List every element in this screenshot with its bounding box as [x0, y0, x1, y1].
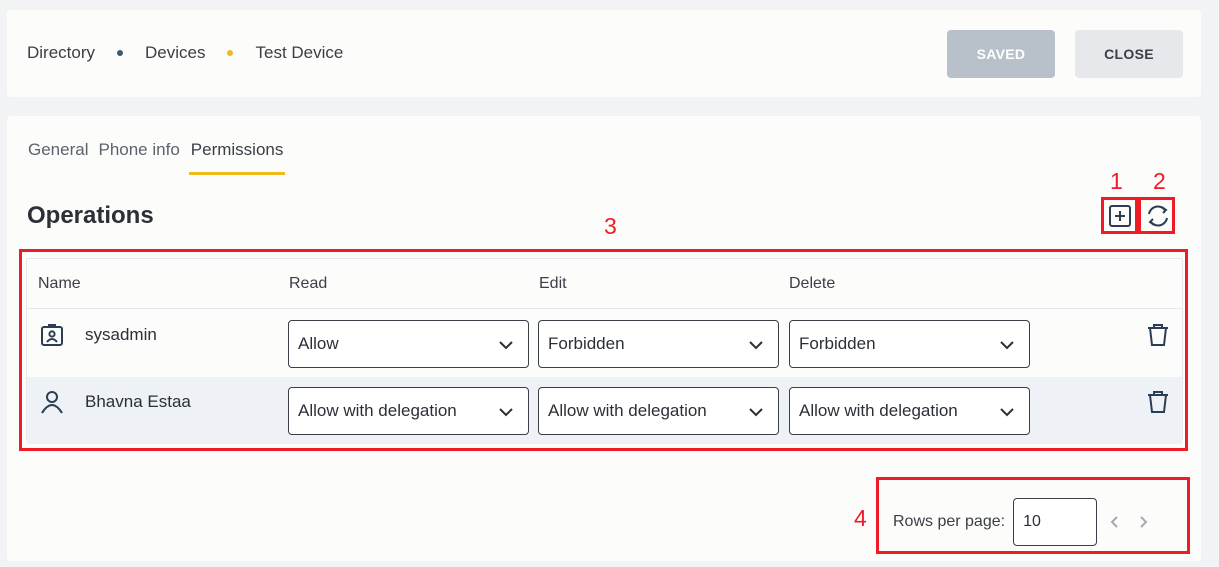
annotation-box-2	[1138, 197, 1175, 234]
header-bar: Directory Devices Test Device SAVED CLOS…	[7, 10, 1201, 97]
breadcrumb-devices[interactable]: Devices	[145, 43, 205, 63]
tab-general[interactable]: General	[27, 140, 89, 175]
breadcrumb-separator-dot	[117, 50, 124, 56]
annotation-box-1	[1101, 197, 1138, 234]
annotation-box-3	[19, 249, 1188, 451]
breadcrumb: Directory Devices Test Device	[27, 43, 343, 63]
breadcrumb-separator-dot	[227, 50, 234, 56]
close-button[interactable]: CLOSE	[1075, 30, 1183, 78]
annotation-label-3: 3	[604, 213, 617, 239]
annotation-label-4: 4	[854, 505, 867, 531]
section-title: Operations	[27, 202, 154, 229]
annotation-label-1: 1	[1110, 168, 1123, 194]
tab-bar: General Phone info Permissions	[27, 140, 293, 175]
tab-permissions[interactable]: Permissions	[188, 140, 286, 175]
breadcrumb-current: Test Device	[255, 43, 344, 62]
saved-button[interactable]: SAVED	[947, 30, 1055, 78]
annotation-label-2: 2	[1153, 168, 1166, 194]
tab-phone-info[interactable]: Phone info	[97, 140, 180, 175]
annotation-box-4	[876, 477, 1190, 554]
breadcrumb-directory[interactable]: Directory	[27, 43, 95, 63]
